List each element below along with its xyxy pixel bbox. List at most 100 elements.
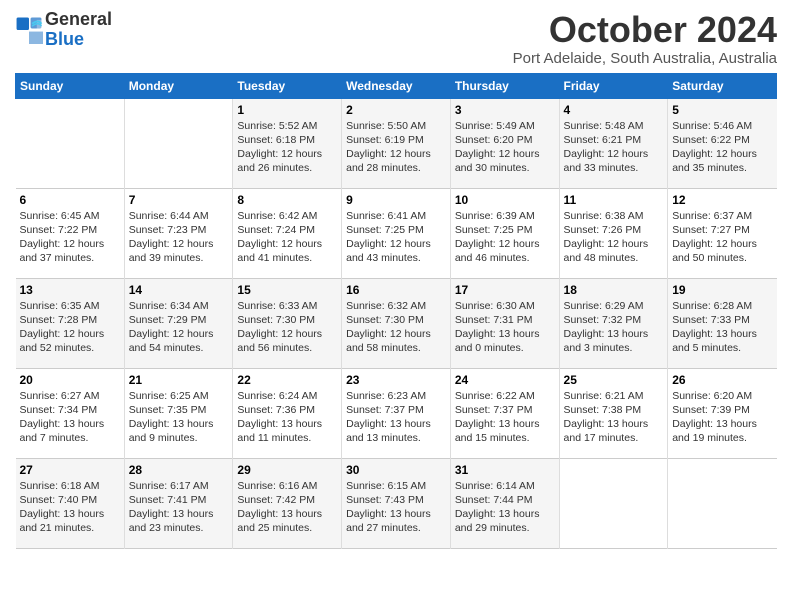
day-number: 21 bbox=[129, 373, 229, 387]
calendar-cell: 29Sunrise: 6:16 AM Sunset: 7:42 PM Dayli… bbox=[233, 458, 342, 548]
day-info: Sunrise: 6:21 AM Sunset: 7:38 PM Dayligh… bbox=[564, 389, 664, 446]
day-number: 24 bbox=[455, 373, 555, 387]
day-info: Sunrise: 6:15 AM Sunset: 7:43 PM Dayligh… bbox=[346, 479, 446, 536]
calendar-week-4: 20 Sunrise: 6:27 AM Sunset: 7:34 PM Dayli… bbox=[16, 368, 777, 458]
day-info: Sunrise: 5:46 AM Sunset: 6:22 PM Dayligh… bbox=[672, 119, 772, 176]
day-number: 23 bbox=[346, 373, 446, 387]
day-info: Sunrise: 5:52 AM Sunset: 6:18 PM Dayligh… bbox=[237, 119, 337, 176]
calendar-week-1: 1 Sunrise: 5:52 AM Sunset: 6:18 PM Daylig… bbox=[16, 98, 777, 188]
day-info: Sunrise: 6:38 AM Sunset: 7:26 PM Dayligh… bbox=[564, 209, 664, 266]
day-info: Sunrise: 6:45 AM Sunset: 7:22 PM Dayligh… bbox=[20, 209, 120, 266]
calendar-cell: 28 Sunrise: 6:17 AM Sunset: 7:41 PM Dayli… bbox=[124, 458, 233, 548]
logo-icon bbox=[15, 16, 43, 44]
header-day-saturday: Saturday bbox=[668, 73, 777, 98]
day-number: 11 bbox=[564, 193, 664, 207]
day-info: Sunrise: 6:28 AM Sunset: 7:33 PM Dayligh… bbox=[672, 299, 772, 356]
calendar-cell: 27Sunrise: 6:18 AM Sunset: 7:40 PM Dayli… bbox=[16, 458, 125, 548]
calendar-cell bbox=[124, 98, 233, 188]
calendar-week-3: 13Sunrise: 6:35 AM Sunset: 7:28 PM Dayli… bbox=[16, 278, 777, 368]
header-day-monday: Monday bbox=[124, 73, 233, 98]
calendar-cell: 19 Sunrise: 6:28 AM Sunset: 7:33 PM Dayli… bbox=[668, 278, 777, 368]
calendar-cell: 21 Sunrise: 6:25 AM Sunset: 7:35 PM Dayli… bbox=[124, 368, 233, 458]
calendar-cell: 16 Sunrise: 6:32 AM Sunset: 7:30 PM Dayli… bbox=[342, 278, 451, 368]
calendar-cell: 14Sunrise: 6:34 AM Sunset: 7:29 PM Dayli… bbox=[124, 278, 233, 368]
calendar-cell: 6 Sunrise: 6:45 AM Sunset: 7:22 PM Daylig… bbox=[16, 188, 125, 278]
day-number: 16 bbox=[346, 283, 446, 297]
calendar-cell bbox=[16, 98, 125, 188]
day-number: 5 bbox=[672, 103, 772, 117]
day-info: Sunrise: 6:22 AM Sunset: 7:37 PM Dayligh… bbox=[455, 389, 555, 446]
month-title: October 2024 bbox=[513, 10, 777, 50]
day-info: Sunrise: 6:27 AM Sunset: 7:34 PM Dayligh… bbox=[20, 389, 120, 446]
day-number: 20 bbox=[20, 373, 120, 387]
calendar-cell: 10 Sunrise: 6:39 AM Sunset: 7:25 PM Dayli… bbox=[450, 188, 559, 278]
day-number: 17 bbox=[455, 283, 555, 297]
calendar-table: SundayMondayTuesdayWednesdayThursdayFrid… bbox=[15, 73, 777, 549]
calendar-cell: 22Sunrise: 6:24 AM Sunset: 7:36 PM Dayli… bbox=[233, 368, 342, 458]
day-number: 15 bbox=[237, 283, 337, 297]
day-info: Sunrise: 6:44 AM Sunset: 7:23 PM Dayligh… bbox=[129, 209, 229, 266]
title-area: October 2024 Port Adelaide, South Austra… bbox=[513, 10, 777, 67]
calendar-cell: 5 Sunrise: 5:46 AM Sunset: 6:22 PM Daylig… bbox=[668, 98, 777, 188]
day-info: Sunrise: 6:25 AM Sunset: 7:35 PM Dayligh… bbox=[129, 389, 229, 446]
day-number: 19 bbox=[672, 283, 772, 297]
day-number: 9 bbox=[346, 193, 446, 207]
day-number: 28 bbox=[129, 463, 229, 477]
calendar-cell: 8Sunrise: 6:42 AM Sunset: 7:24 PM Daylig… bbox=[233, 188, 342, 278]
day-info: Sunrise: 6:35 AM Sunset: 7:28 PM Dayligh… bbox=[20, 299, 120, 356]
day-number: 6 bbox=[20, 193, 120, 207]
day-info: Sunrise: 5:49 AM Sunset: 6:20 PM Dayligh… bbox=[455, 119, 555, 176]
calendar-cell: 31Sunrise: 6:14 AM Sunset: 7:44 PM Dayli… bbox=[450, 458, 559, 548]
day-number: 30 bbox=[346, 463, 446, 477]
day-info: Sunrise: 6:23 AM Sunset: 7:37 PM Dayligh… bbox=[346, 389, 446, 446]
day-number: 18 bbox=[564, 283, 664, 297]
day-info: Sunrise: 6:33 AM Sunset: 7:30 PM Dayligh… bbox=[237, 299, 337, 356]
day-number: 7 bbox=[129, 193, 229, 207]
day-info: Sunrise: 6:16 AM Sunset: 7:42 PM Dayligh… bbox=[237, 479, 337, 536]
calendar-cell bbox=[668, 458, 777, 548]
header-day-thursday: Thursday bbox=[450, 73, 559, 98]
calendar-cell: 26 Sunrise: 6:20 AM Sunset: 7:39 PM Dayli… bbox=[668, 368, 777, 458]
day-info: Sunrise: 6:20 AM Sunset: 7:39 PM Dayligh… bbox=[672, 389, 772, 446]
day-number: 22 bbox=[237, 373, 337, 387]
calendar-cell: 3Sunrise: 5:49 AM Sunset: 6:20 PM Daylig… bbox=[450, 98, 559, 188]
calendar-cell: 17 Sunrise: 6:30 AM Sunset: 7:31 PM Dayli… bbox=[450, 278, 559, 368]
day-number: 10 bbox=[455, 193, 555, 207]
calendar-cell: 25 Sunrise: 6:21 AM Sunset: 7:38 PM Dayli… bbox=[559, 368, 668, 458]
day-info: Sunrise: 6:42 AM Sunset: 7:24 PM Dayligh… bbox=[237, 209, 337, 266]
calendar-cell bbox=[559, 458, 668, 548]
calendar-cell: 2Sunrise: 5:50 AM Sunset: 6:19 PM Daylig… bbox=[342, 98, 451, 188]
calendar-cell: 7 Sunrise: 6:44 AM Sunset: 7:23 PM Daylig… bbox=[124, 188, 233, 278]
day-number: 12 bbox=[672, 193, 772, 207]
logo: General Blue bbox=[15, 10, 112, 50]
day-info: Sunrise: 6:17 AM Sunset: 7:41 PM Dayligh… bbox=[129, 479, 229, 536]
calendar-week-2: 6 Sunrise: 6:45 AM Sunset: 7:22 PM Daylig… bbox=[16, 188, 777, 278]
calendar-cell: 1 Sunrise: 5:52 AM Sunset: 6:18 PM Daylig… bbox=[233, 98, 342, 188]
calendar-header: SundayMondayTuesdayWednesdayThursdayFrid… bbox=[16, 73, 777, 98]
day-number: 26 bbox=[672, 373, 772, 387]
day-info: Sunrise: 6:30 AM Sunset: 7:31 PM Dayligh… bbox=[455, 299, 555, 356]
day-info: Sunrise: 5:50 AM Sunset: 6:19 PM Dayligh… bbox=[346, 119, 446, 176]
calendar-cell: 24 Sunrise: 6:22 AM Sunset: 7:37 PM Dayli… bbox=[450, 368, 559, 458]
day-info: Sunrise: 6:14 AM Sunset: 7:44 PM Dayligh… bbox=[455, 479, 555, 536]
header: General Blue October 2024 Port Adelaide,… bbox=[15, 10, 777, 67]
day-info: Sunrise: 6:32 AM Sunset: 7:30 PM Dayligh… bbox=[346, 299, 446, 356]
header-day-tuesday: Tuesday bbox=[233, 73, 342, 98]
calendar-cell: 12 Sunrise: 6:37 AM Sunset: 7:27 PM Dayli… bbox=[668, 188, 777, 278]
calendar-cell: 30 Sunrise: 6:15 AM Sunset: 7:43 PM Dayli… bbox=[342, 458, 451, 548]
calendar-cell: 20 Sunrise: 6:27 AM Sunset: 7:34 PM Dayli… bbox=[16, 368, 125, 458]
day-info: Sunrise: 6:41 AM Sunset: 7:25 PM Dayligh… bbox=[346, 209, 446, 266]
header-day-wednesday: Wednesday bbox=[342, 73, 451, 98]
day-info: Sunrise: 6:39 AM Sunset: 7:25 PM Dayligh… bbox=[455, 209, 555, 266]
header-day-friday: Friday bbox=[559, 73, 668, 98]
day-info: Sunrise: 6:29 AM Sunset: 7:32 PM Dayligh… bbox=[564, 299, 664, 356]
day-number: 27 bbox=[20, 463, 120, 477]
day-info: Sunrise: 5:48 AM Sunset: 6:21 PM Dayligh… bbox=[564, 119, 664, 176]
location: Port Adelaide, South Australia, Australi… bbox=[513, 50, 777, 67]
day-number: 1 bbox=[237, 103, 337, 117]
calendar-cell: 13Sunrise: 6:35 AM Sunset: 7:28 PM Dayli… bbox=[16, 278, 125, 368]
day-info: Sunrise: 6:37 AM Sunset: 7:27 PM Dayligh… bbox=[672, 209, 772, 266]
calendar-cell: 4Sunrise: 5:48 AM Sunset: 6:21 PM Daylig… bbox=[559, 98, 668, 188]
day-number: 25 bbox=[564, 373, 664, 387]
calendar-cell: 23 Sunrise: 6:23 AM Sunset: 7:37 PM Dayli… bbox=[342, 368, 451, 458]
